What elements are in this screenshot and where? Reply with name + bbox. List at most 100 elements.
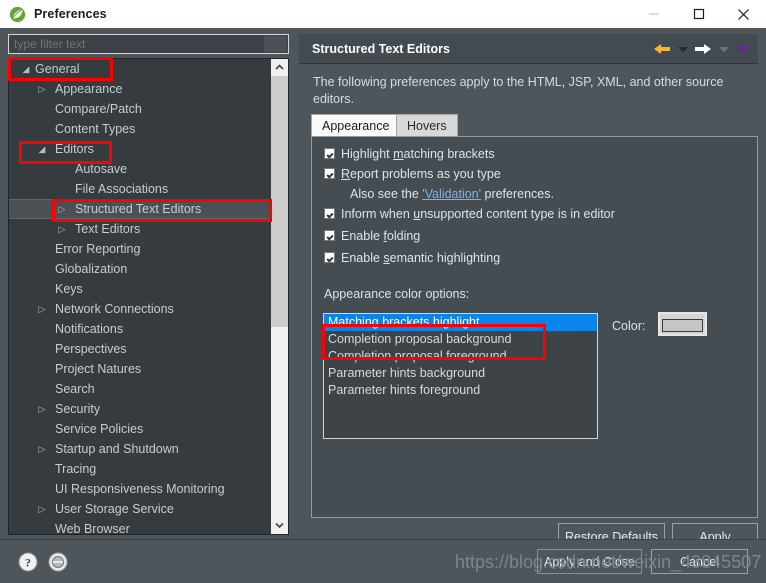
page-header: Structured Text Editors <box>299 34 758 64</box>
color-option-item[interactable]: Completion proposal foreground <box>324 348 597 365</box>
scrollbar-thumb[interactable] <box>271 76 288 327</box>
sidebar-item-label: Structured Text Editors <box>75 202 202 216</box>
sidebar-item-search[interactable]: Search <box>9 379 271 399</box>
help-circle-icon[interactable]: ? <box>18 552 38 572</box>
twisty-collapsed-icon[interactable]: ▷ <box>35 399 49 419</box>
sidebar-item-notifications[interactable]: Notifications <box>9 319 271 339</box>
dialog-body: type filter text ◢ General ▷ Appearance Comp… <box>0 28 766 549</box>
checkbox-highlight-matching-brackets[interactable]: Highlight matching brackets <box>324 145 495 163</box>
back-history-chevron-down-icon[interactable] <box>674 34 691 64</box>
sidebar-item-ui-responsiveness-monitoring[interactable]: UI Responsiveness Monitoring <box>9 479 271 499</box>
sidebar-item-security[interactable]: ▷ Security <box>9 399 271 419</box>
page-title: Structured Text Editors <box>312 41 450 56</box>
validation-note-suffix: preferences. <box>481 187 554 201</box>
validation-link[interactable]: 'Validation' <box>422 187 481 201</box>
twisty-collapsed-icon[interactable]: ▷ <box>35 79 49 99</box>
sidebar-item-editors[interactable]: ◢ Editors <box>9 139 271 159</box>
scroll-down-icon[interactable] <box>271 517 288 534</box>
color-option-item[interactable]: Parameter hints background <box>324 365 597 382</box>
color-picker-button[interactable] <box>658 312 707 336</box>
filter-clear-icon[interactable] <box>264 36 287 52</box>
tab-hovers-label: Hovers <box>407 119 447 133</box>
sidebar-item-perspectives[interactable]: Perspectives <box>9 339 271 359</box>
sidebar-item-label: Keys <box>55 282 83 296</box>
checkbox-label-post: atching brackets <box>403 147 495 161</box>
sidebar-item-compare-patch[interactable]: Compare/Patch <box>9 99 271 119</box>
sidebar-item-startup-and-shutdown[interactable]: ▷ Startup and Shutdown <box>9 439 271 459</box>
twisty-collapsed-icon[interactable]: ▷ <box>35 499 49 519</box>
color-swatch <box>662 319 703 332</box>
sidebar-item-label: User Storage Service <box>55 502 174 516</box>
sidebar-item-label: UI Responsiveness Monitoring <box>55 482 225 496</box>
color-option-item[interactable]: Matching brackets highlight <box>324 314 597 331</box>
cancel-button[interactable]: Cancel <box>651 549 748 574</box>
sidebar-item-label: Autosave <box>75 162 128 176</box>
sidebar-item-label: Search <box>55 382 95 396</box>
maximize-button[interactable] <box>676 0 721 28</box>
sidebar-item-autosave[interactable]: Autosave <box>9 159 271 179</box>
sidebar-item-service-policies[interactable]: Service Policies <box>9 419 271 439</box>
sidebar-item-label: File Associations <box>75 182 169 196</box>
color-options-list[interactable]: Matching brackets highlight Completion pr… <box>323 313 598 439</box>
color-option-item[interactable]: Completion proposal background <box>324 331 597 348</box>
sidebar-item-tracing[interactable]: Tracing <box>9 459 271 479</box>
color-option-label: Parameter hints foreground <box>328 383 481 397</box>
tab-appearance[interactable]: Appearance <box>311 114 401 137</box>
forward-history-chevron-down-icon[interactable] <box>715 34 732 64</box>
sidebar-item-web-browser[interactable]: Web Browser <box>9 519 271 534</box>
checkbox-label-pre: Enable <box>341 229 384 243</box>
checkbox-box <box>324 168 335 179</box>
checkbox-enable-folding[interactable]: Enable folding <box>324 227 420 245</box>
filter-placeholder: type filter text <box>14 37 86 51</box>
checkbox-report-problems-as-you-type[interactable]: Report problems as you type <box>324 165 501 183</box>
tab-hovers[interactable]: Hovers <box>396 114 458 136</box>
arrow-right-icon[interactable] <box>691 34 715 64</box>
minimize-button[interactable] <box>631 0 676 28</box>
twisty-collapsed-icon[interactable]: ▷ <box>55 200 69 218</box>
sidebar-item-label: Editors <box>55 142 94 156</box>
close-button[interactable] <box>721 0 766 28</box>
sidebar-item-appearance[interactable]: ▷ Appearance <box>9 79 271 99</box>
scroll-up-icon[interactable] <box>271 59 288 76</box>
filter-input[interactable]: type filter text <box>8 34 289 54</box>
preferences-tree[interactable]: ◢ General ▷ Appearance Compare/Patch Content … <box>8 58 289 535</box>
sidebar-item-network-connections[interactable]: ▷ Network Connections <box>9 299 271 319</box>
title-bar: Preferences <box>0 0 766 29</box>
sidebar-item-error-reporting[interactable]: Error Reporting <box>9 239 271 259</box>
twisty-collapsed-icon[interactable]: ▷ <box>55 219 69 239</box>
sidebar-item-label: Content Types <box>55 122 136 136</box>
color-option-label: Completion proposal foreground <box>328 349 507 363</box>
sidebar-item-general[interactable]: ◢ General <box>9 59 271 79</box>
sidebar-item-content-types[interactable]: Content Types <box>9 119 271 139</box>
sidebar-item-text-editors[interactable]: ▷ Text Editors <box>9 219 271 239</box>
checkbox-label-post: eport problems as you type <box>350 167 501 181</box>
color-option-item[interactable]: Parameter hints foreground <box>324 382 597 399</box>
page-menu-chevron-down-icon[interactable] <box>732 34 752 64</box>
tree-scrollbar[interactable] <box>271 59 288 534</box>
checkbox-label-pre: Inform when <box>341 207 414 221</box>
sidebar-item-user-storage-service[interactable]: ▷ User Storage Service <box>9 499 271 519</box>
checkbox-enable-semantic-highlighting[interactable]: Enable semantic highlighting <box>324 249 500 267</box>
twisty-collapsed-icon[interactable]: ▷ <box>35 439 49 459</box>
sidebar-item-label: Appearance <box>55 82 123 96</box>
spring-leaf-icon <box>9 6 26 23</box>
checkbox-inform-unsupported-content-type[interactable]: Inform when unsupported content type is … <box>324 205 615 223</box>
sidebar-item-label: Error Reporting <box>55 242 141 256</box>
twisty-expanded-icon[interactable]: ◢ <box>19 59 33 79</box>
checkbox-box <box>324 148 335 159</box>
color-option-label: Parameter hints background <box>328 366 486 380</box>
twisty-expanded-icon[interactable]: ◢ <box>35 139 49 159</box>
sidebar-item-project-natures[interactable]: Project Natures <box>9 359 271 379</box>
tab-bar: Appearance Hovers <box>311 114 758 137</box>
sidebar-item-globalization[interactable]: Globalization <box>9 259 271 279</box>
twisty-collapsed-icon[interactable]: ▷ <box>35 299 49 319</box>
circle-button-icon[interactable] <box>48 552 68 572</box>
apply-and-close-button[interactable]: Apply and Close <box>537 549 642 574</box>
sidebar-item-label: Service Policies <box>55 422 144 436</box>
sidebar-item-label: Text Editors <box>75 222 141 236</box>
sidebar-item-label: Notifications <box>55 322 124 336</box>
arrow-left-icon[interactable] <box>650 34 674 64</box>
sidebar-item-structured-text-editors[interactable]: ▷ Structured Text Editors <box>9 199 271 219</box>
sidebar-item-file-associations[interactable]: File Associations <box>9 179 271 199</box>
sidebar-item-keys[interactable]: Keys <box>9 279 271 299</box>
